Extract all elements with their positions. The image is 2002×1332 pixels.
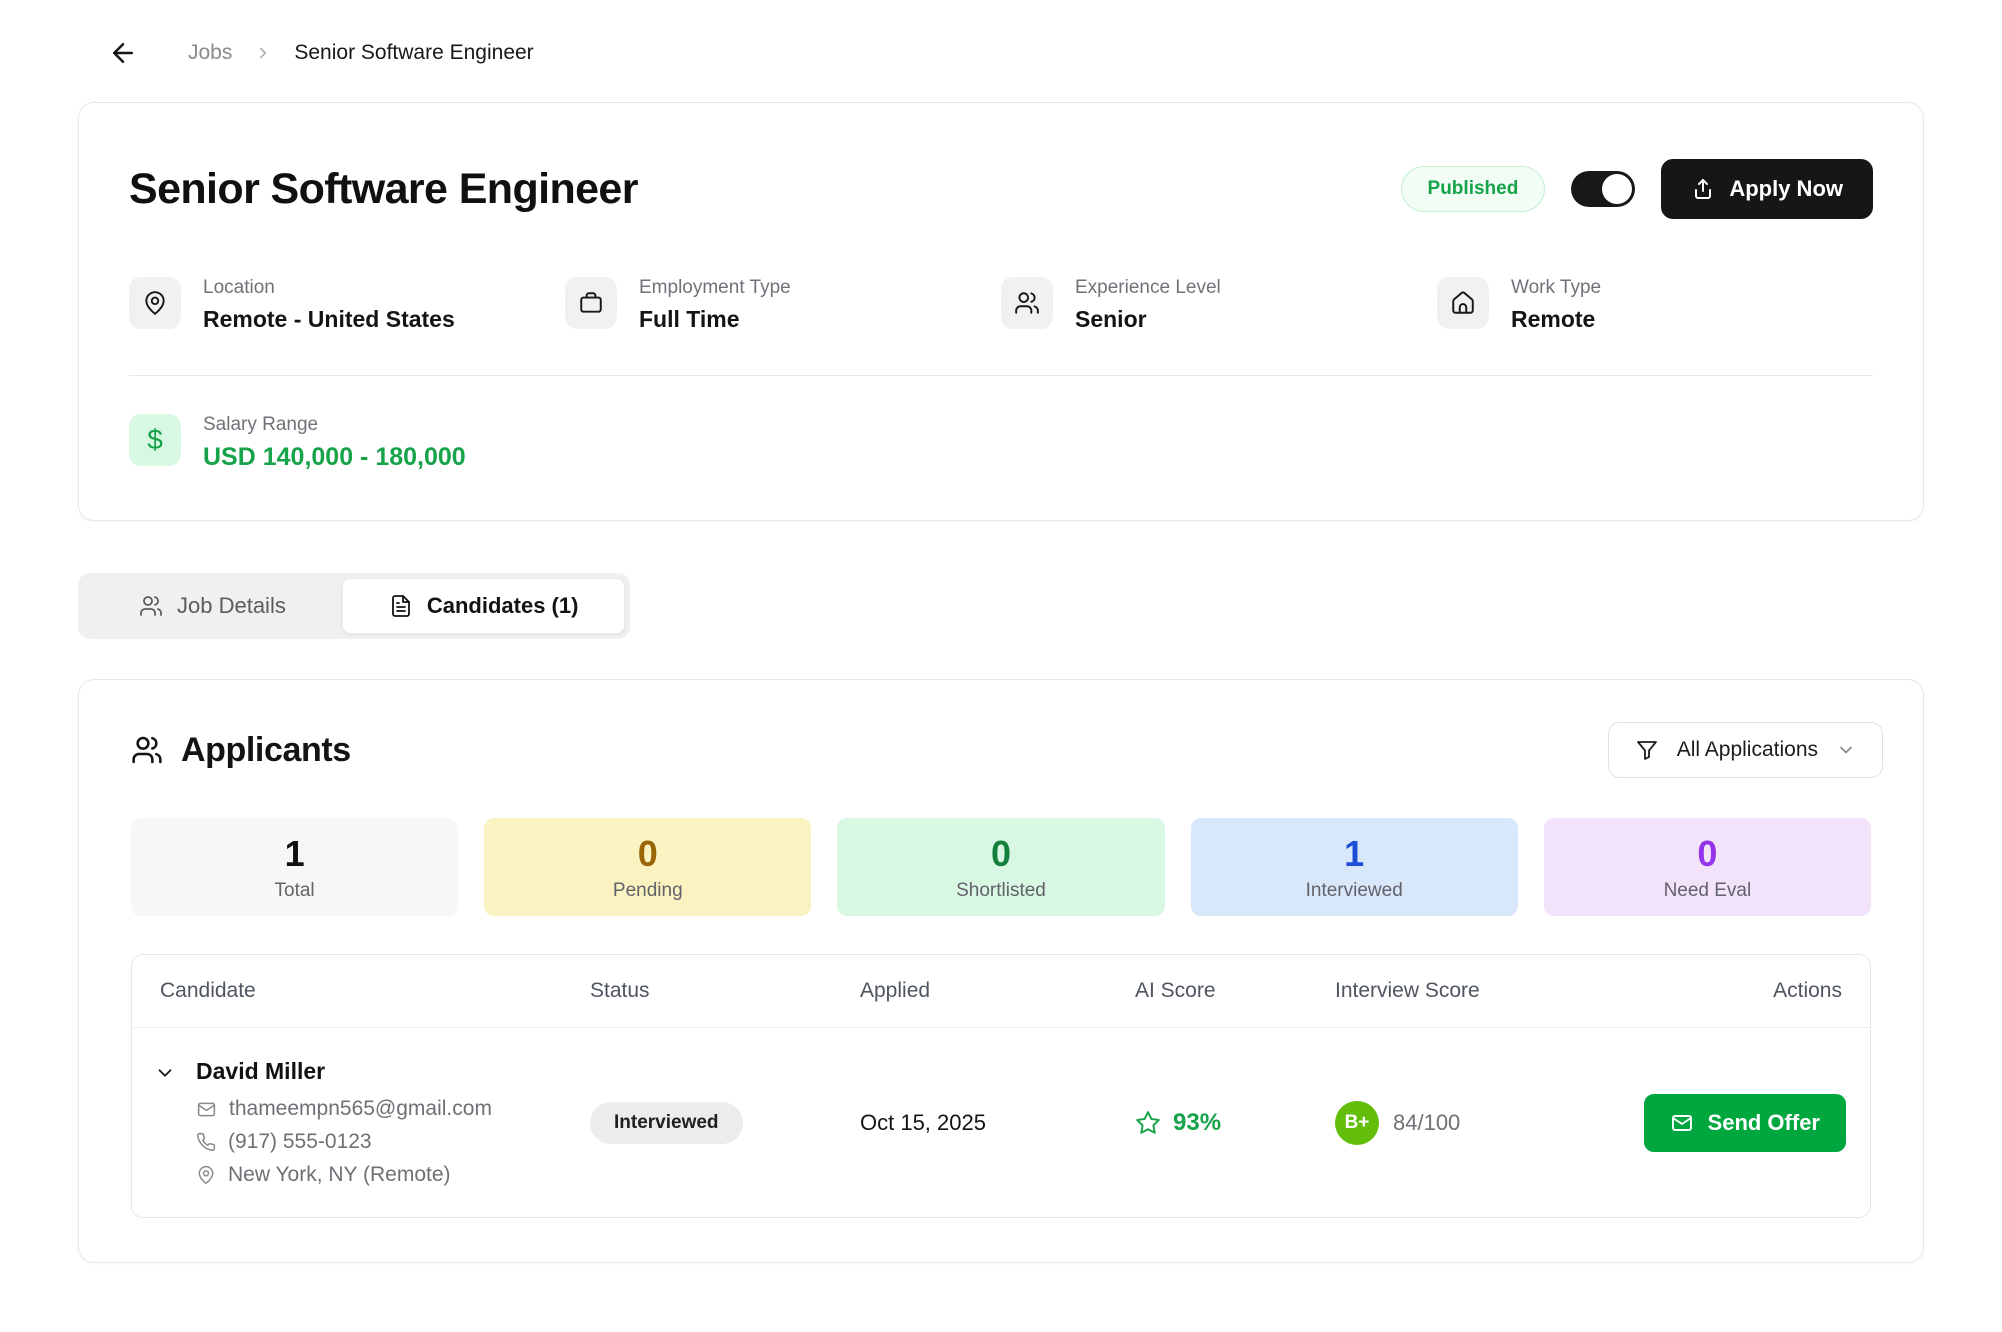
status-badge: Interviewed xyxy=(590,1102,743,1144)
chevron-right-icon xyxy=(254,44,272,62)
table-header: Candidate Status Applied AI Score Interv… xyxy=(132,955,1870,1028)
stat-label: Need Eval xyxy=(1664,880,1752,902)
users-icon xyxy=(1001,277,1053,329)
send-offer-button[interactable]: Send Offer xyxy=(1644,1094,1846,1152)
experience-level-value: Senior xyxy=(1075,306,1221,333)
home-icon xyxy=(1437,277,1489,329)
users-icon xyxy=(131,734,163,766)
stats-row: 1 Total 0 Pending 0 Shortlisted 1 Interv… xyxy=(119,818,1883,916)
location-pin-icon xyxy=(129,277,181,329)
breadcrumb-jobs[interactable]: Jobs xyxy=(188,41,232,65)
users-icon xyxy=(139,594,163,618)
dollar-sign-icon: $ xyxy=(129,414,181,466)
work-type-label: Work Type xyxy=(1511,277,1601,299)
job-info-grid: Location Remote - United States Employme… xyxy=(129,277,1873,333)
candidates-table: Candidate Status Applied AI Score Interv… xyxy=(131,954,1871,1218)
breadcrumb: Jobs Senior Software Engineer xyxy=(0,0,2002,68)
job-title: Senior Software Engineer xyxy=(129,165,638,214)
tab-job-details-label: Job Details xyxy=(177,593,286,619)
stat-value: 0 xyxy=(1697,833,1717,875)
published-badge: Published xyxy=(1401,166,1546,212)
stat-card: 0 Pending xyxy=(484,818,811,916)
employment-type-value: Full Time xyxy=(639,306,791,333)
applied-date: Oct 15, 2025 xyxy=(832,1110,1107,1136)
divider xyxy=(129,375,1873,376)
chevron-down-icon xyxy=(154,1062,176,1084)
apply-now-label: Apply Now xyxy=(1729,176,1843,202)
breadcrumb-current: Senior Software Engineer xyxy=(294,41,533,65)
tab-job-details[interactable]: Job Details xyxy=(83,579,342,633)
arrow-left-icon xyxy=(108,38,138,68)
location-label: Location xyxy=(203,277,455,299)
filter-label: All Applications xyxy=(1677,738,1818,762)
phone-icon xyxy=(196,1132,216,1152)
interview-score-value: 84/100 xyxy=(1393,1110,1460,1136)
send-offer-label: Send Offer xyxy=(1708,1110,1820,1136)
page: Jobs Senior Software Engineer Senior Sof… xyxy=(0,0,2002,1332)
briefcase-icon xyxy=(565,277,617,329)
table-row: David Miller thameempn565@gmail.com (91 xyxy=(132,1028,1870,1217)
stat-card: 1 Interviewed xyxy=(1191,818,1518,916)
candidate-name: David Miller xyxy=(196,1058,492,1085)
job-header-card: Senior Software Engineer Published Apply… xyxy=(78,102,1924,521)
info-work-type: Work Type Remote xyxy=(1437,277,1873,333)
candidate-email: thameempn565@gmail.com xyxy=(229,1097,492,1121)
file-text-icon xyxy=(389,594,413,618)
stat-label: Interviewed xyxy=(1306,880,1403,902)
applicants-title: Applicants xyxy=(181,731,351,770)
chevron-down-icon xyxy=(1836,740,1856,760)
back-button[interactable] xyxy=(108,38,138,68)
stat-label: Total xyxy=(275,880,315,902)
stat-card: 0 Need Eval xyxy=(1544,818,1871,916)
stat-value: 0 xyxy=(991,833,1011,875)
applications-filter-dropdown[interactable]: All Applications xyxy=(1608,722,1883,778)
info-experience-level: Experience Level Senior xyxy=(1001,277,1437,333)
col-applied: Applied xyxy=(832,955,1107,1027)
tab-candidates-label: Candidates (1) xyxy=(427,593,579,619)
tab-bar: Job Details Candidates (1) xyxy=(78,573,630,639)
location-pin-icon xyxy=(196,1165,216,1185)
row-expand-button[interactable] xyxy=(154,1058,176,1084)
publish-toggle[interactable] xyxy=(1571,171,1635,207)
col-actions: Actions xyxy=(1597,955,1870,1027)
tab-candidates[interactable]: Candidates (1) xyxy=(342,578,626,634)
col-ai-score: AI Score xyxy=(1107,955,1307,1027)
salary-value: USD 140,000 - 180,000 xyxy=(203,443,466,472)
stat-label: Shortlisted xyxy=(956,880,1046,902)
mail-icon xyxy=(1670,1111,1694,1135)
apply-now-button[interactable]: Apply Now xyxy=(1661,159,1873,219)
ai-score-value: 93% xyxy=(1173,1109,1221,1137)
upload-icon xyxy=(1691,177,1715,201)
interview-grade-badge: B+ xyxy=(1335,1101,1379,1145)
toggle-knob xyxy=(1602,174,1632,204)
work-type-value: Remote xyxy=(1511,306,1601,333)
star-icon xyxy=(1135,1110,1161,1136)
location-value: Remote - United States xyxy=(203,306,455,333)
experience-level-label: Experience Level xyxy=(1075,277,1221,299)
stat-card: 0 Shortlisted xyxy=(837,818,1164,916)
filter-icon xyxy=(1635,738,1659,762)
info-employment-type: Employment Type Full Time xyxy=(565,277,1001,333)
stat-card: 1 Total xyxy=(131,818,458,916)
candidate-location: New York, NY (Remote) xyxy=(228,1163,451,1187)
stat-label: Pending xyxy=(613,880,683,902)
stat-value: 0 xyxy=(638,833,658,875)
col-interview-score: Interview Score xyxy=(1307,955,1597,1027)
mail-icon xyxy=(196,1099,217,1120)
info-location: Location Remote - United States xyxy=(129,277,565,333)
stat-value: 1 xyxy=(285,833,305,875)
candidate-phone: (917) 555-0123 xyxy=(228,1130,372,1154)
stat-value: 1 xyxy=(1344,833,1364,875)
applicants-card: Applicants All Applications 1 Total 0 Pe… xyxy=(78,679,1924,1263)
col-status: Status xyxy=(562,955,832,1027)
dollar-glyph: $ xyxy=(147,424,163,456)
salary-row: $ Salary Range USD 140,000 - 180,000 xyxy=(129,414,1873,472)
col-candidate: Candidate xyxy=(132,955,562,1027)
salary-label: Salary Range xyxy=(203,414,466,436)
employment-type-label: Employment Type xyxy=(639,277,791,299)
